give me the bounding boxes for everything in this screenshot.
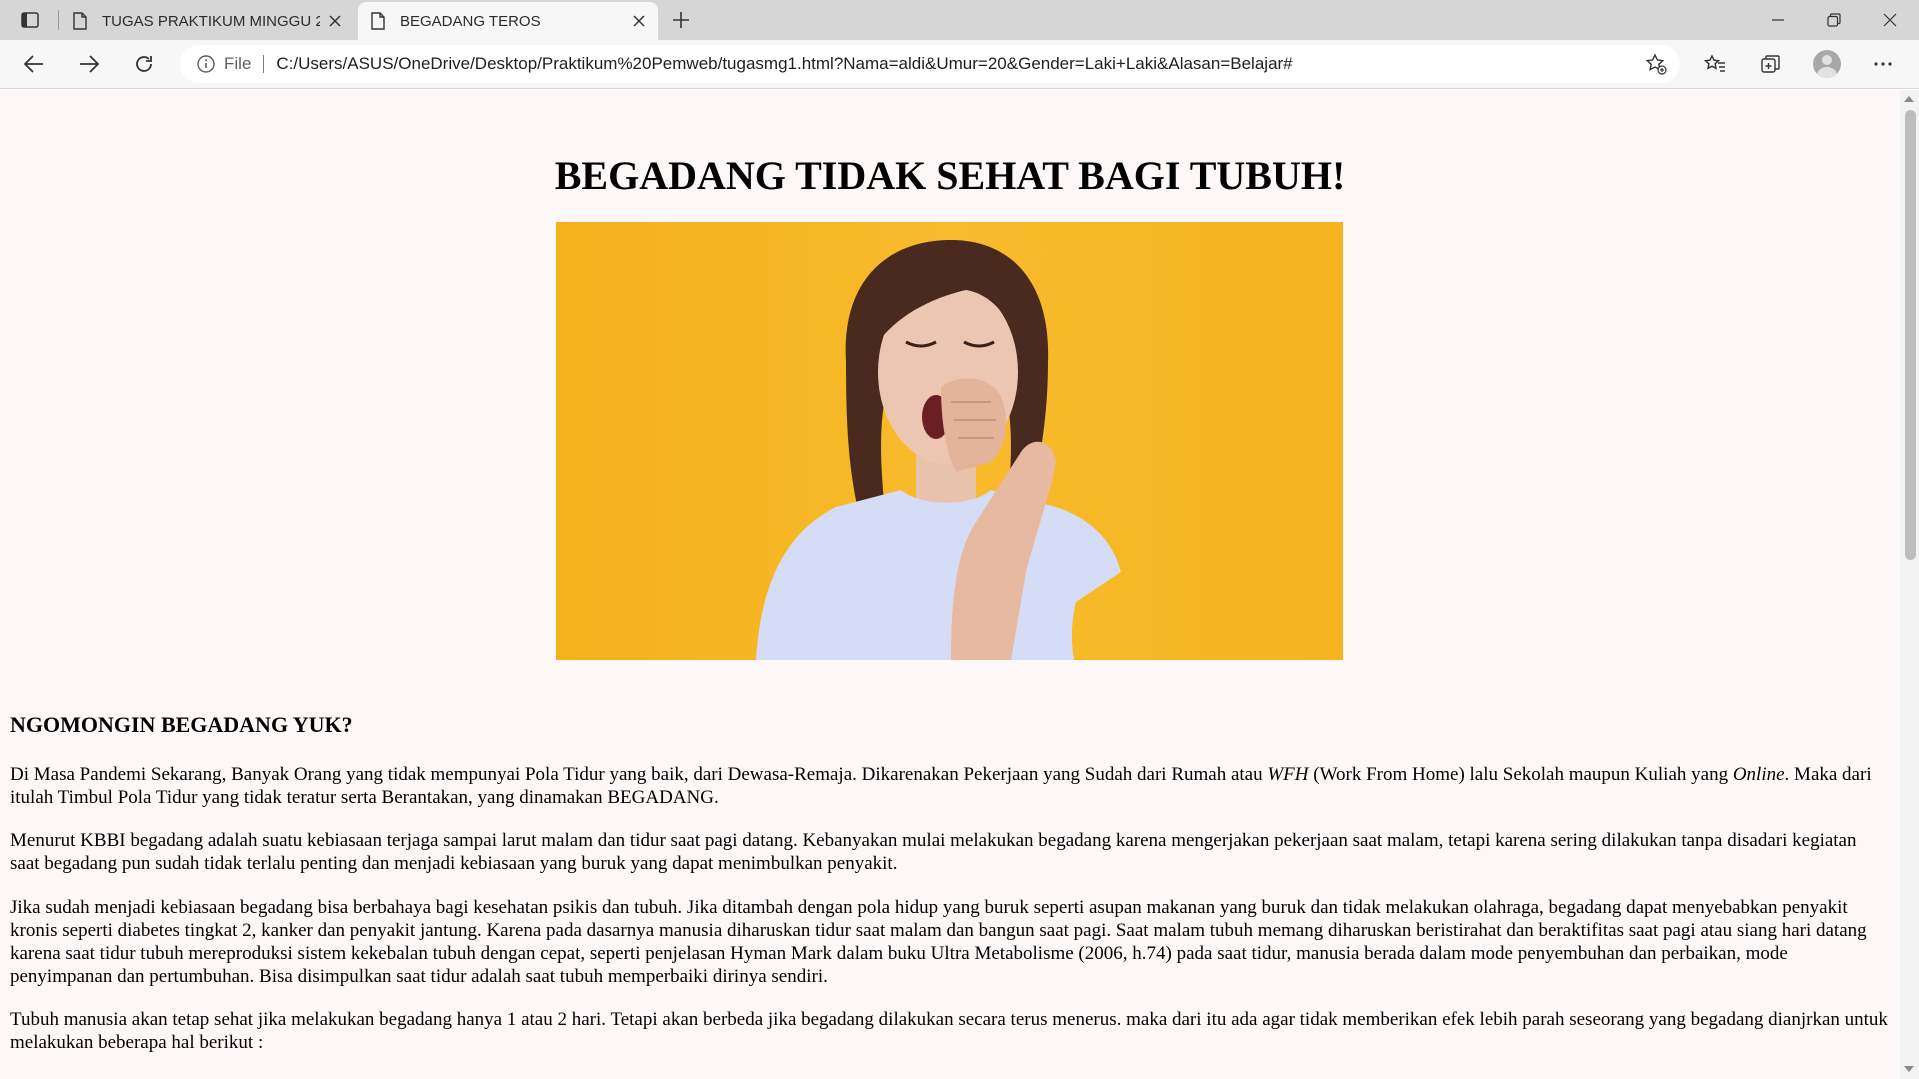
paragraph-tips: Tubuh manusia akan tetap sehat jika mela… [10, 1009, 1888, 1053]
page-icon [370, 12, 386, 30]
tab-title: TUGAS PRAKTIKUM MINGGU 2 [102, 12, 320, 30]
tab-strip: TUGAS PRAKTIKUM MINGGU 2 BEGADANG TEROS [0, 0, 1919, 40]
scroll-thumb[interactable] [1905, 110, 1916, 560]
section-title: NGOMONGIN BEGADANG YUK? [10, 712, 353, 737]
hero-image-yawning-woman [556, 222, 1343, 660]
ellipsis-icon[interactable] [1864, 46, 1902, 82]
window-close-icon[interactable] [1862, 0, 1918, 40]
paragraph-text: (Work From Home) lalu Sekolah maupun Kul… [1308, 764, 1733, 785]
paragraph-text: Di Masa Pandemi Sekarang, Banyak Orang y… [10, 764, 1268, 785]
scroll-down-icon[interactable] [1904, 1066, 1914, 1072]
page-icon [72, 12, 88, 30]
tab-begadang-teros[interactable]: BEGADANG TEROS [358, 2, 658, 40]
restore-icon[interactable] [1806, 0, 1862, 40]
address-bar[interactable]: File C:/Users/ASUS/OneDrive/Desktop/Prak… [180, 45, 1680, 83]
url-divider [263, 55, 265, 73]
tab-actions-icon[interactable] [14, 6, 46, 34]
arrow-right-icon[interactable] [71, 46, 107, 82]
scroll-up-icon[interactable] [1904, 96, 1914, 102]
minimize-icon[interactable] [1750, 0, 1806, 40]
tab-title: BEGADANG TEROS [400, 12, 541, 30]
tab-tugas-praktikum[interactable]: TUGAS PRAKTIKUM MINGGU 2 [60, 2, 354, 40]
star-plus-icon[interactable] [1638, 46, 1674, 82]
url-text[interactable]: C:/Users/ASUS/OneDrive/Desktop/Praktikum… [276, 54, 1638, 74]
page-viewport: BEGADANG TIDAK SEHAT BAGI TUBUH! NGOMONG [0, 90, 1900, 1079]
arrow-left-icon[interactable] [16, 46, 52, 82]
tab-separator [58, 10, 59, 30]
paragraph-bahaya: Jika sudah menjadi kebiasaan begadang bi… [10, 897, 1867, 987]
page-title: BEGADANG TIDAK SEHAT BAGI TUBUH! [554, 153, 1346, 198]
emphasis-online: Online [1732, 764, 1785, 785]
avatar-icon [1813, 50, 1841, 78]
close-icon[interactable] [320, 6, 350, 36]
url-scheme-label: File [224, 54, 252, 73]
favorites-icon[interactable] [1696, 46, 1734, 82]
plus-icon[interactable] [666, 6, 696, 34]
info-icon[interactable] [196, 54, 216, 74]
browser-toolbar: File C:/Users/ASUS/OneDrive/Desktop/Prak… [0, 40, 1919, 89]
close-icon[interactable] [624, 6, 654, 36]
collections-icon[interactable] [1752, 46, 1790, 82]
paragraph-intro: Di Masa Pandemi Sekarang, Banyak Orang y… [10, 763, 1890, 809]
profile-button[interactable] [1808, 46, 1846, 82]
paragraph-kbbi: Menurut KBBI begadang adalah suatu kebia… [10, 830, 1857, 874]
emphasis-wfh: WFH [1267, 764, 1309, 785]
refresh-icon[interactable] [126, 46, 162, 82]
page-scrollbar[interactable] [1900, 90, 1919, 1079]
